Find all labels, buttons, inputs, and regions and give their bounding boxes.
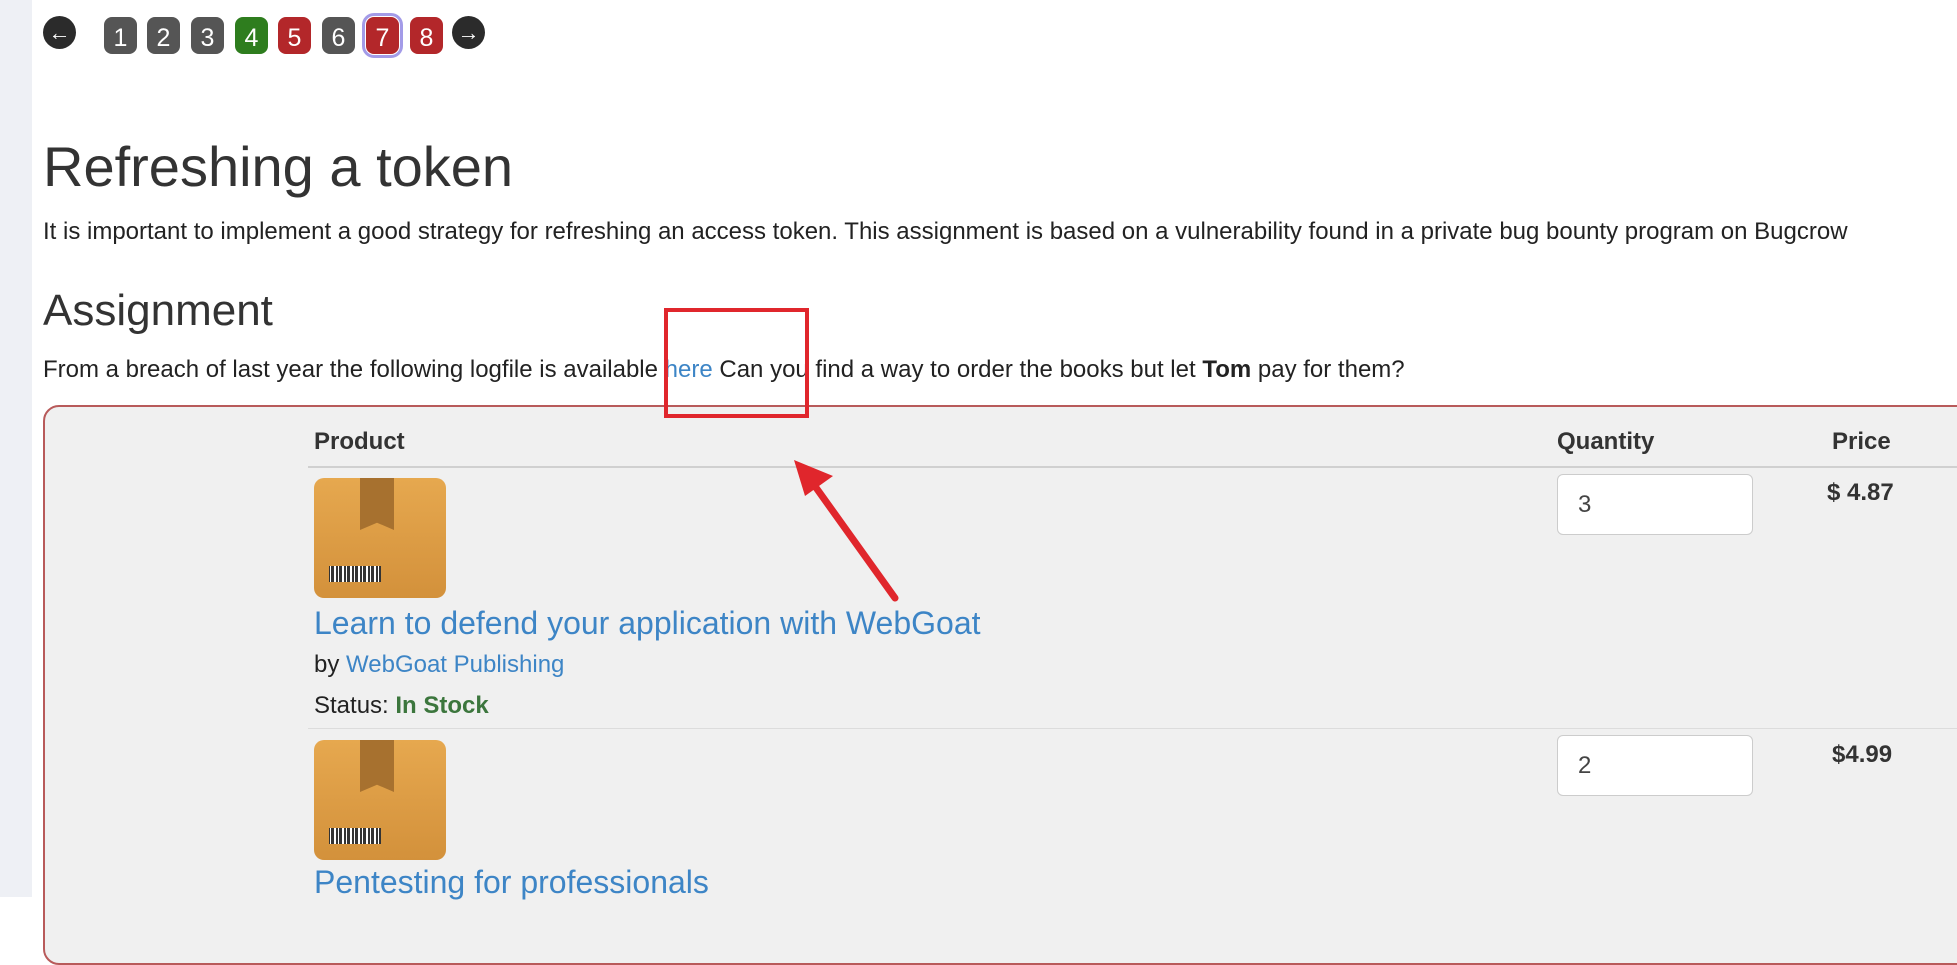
arrow-right-icon[interactable]: → xyxy=(452,16,485,49)
product-status: Status: In Stock xyxy=(314,692,489,720)
page-button-2[interactable]: 2 xyxy=(147,17,180,54)
assignment-text-part-3: pay for them? xyxy=(1251,356,1405,383)
status-label: Status: xyxy=(314,692,389,719)
lesson-title: Refreshing a token xyxy=(43,135,514,198)
page-button-3[interactable]: 3 xyxy=(191,17,224,54)
package-box-icon xyxy=(314,478,446,598)
status-badge: In Stock xyxy=(395,692,489,719)
page-button-1[interactable]: 1 xyxy=(104,17,137,54)
page-button-7[interactable]: 7 xyxy=(362,13,403,58)
arrow-left-icon[interactable]: ← xyxy=(43,16,76,49)
product-byline: by WebGoat Publishing xyxy=(314,651,564,679)
assignment-title: Assignment xyxy=(43,286,273,335)
lesson-intro: It is important to implement a good stra… xyxy=(43,218,1848,245)
column-header-quantity: Quantity xyxy=(1557,428,1655,455)
page-button-5[interactable]: 5 xyxy=(278,17,311,54)
annotation-highlight-box xyxy=(664,308,809,418)
product-title-link[interactable]: Learn to defend your application with We… xyxy=(314,605,981,642)
left-sidebar-strip xyxy=(0,0,32,897)
assignment-text-part-1: From a breach of last year the following… xyxy=(43,356,665,383)
page-button-8[interactable]: 8 xyxy=(410,17,443,54)
by-label: by xyxy=(314,651,340,678)
quantity-input[interactable] xyxy=(1557,474,1753,535)
publisher-link[interactable]: WebGoat Publishing xyxy=(346,651,564,678)
package-box-icon xyxy=(314,740,446,860)
column-header-price: Price xyxy=(1832,428,1891,455)
quantity-input[interactable] xyxy=(1557,735,1753,796)
tom-name: Tom xyxy=(1202,356,1252,383)
page-button-6[interactable]: 6 xyxy=(322,17,355,54)
column-header-product: Product xyxy=(314,428,405,455)
table-row-divider xyxy=(308,728,1957,729)
table-header-divider xyxy=(308,466,1957,468)
product-price: $ 4.87 xyxy=(1827,479,1894,506)
product-price: $4.99 xyxy=(1832,741,1893,768)
page-button-4[interactable]: 4 xyxy=(235,17,268,54)
product-title-link[interactable]: Pentesting for professionals xyxy=(314,864,709,901)
